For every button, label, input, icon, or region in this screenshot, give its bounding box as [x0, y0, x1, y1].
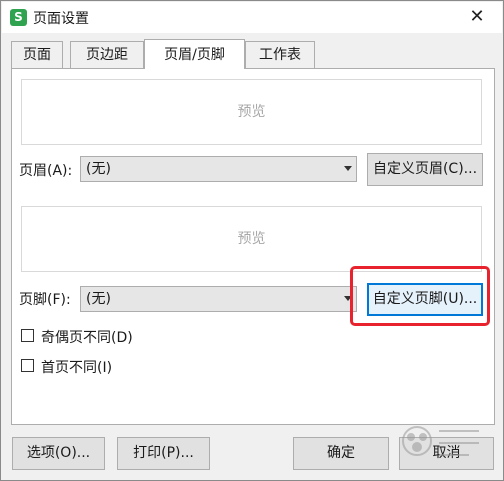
- header-label: 页眉(A):: [19, 163, 73, 179]
- options-button[interactable]: 选项(O)...: [12, 437, 105, 470]
- odd-even-label[interactable]: 奇偶页不同(D): [41, 327, 133, 347]
- footer-label: 页脚(F):: [19, 292, 71, 308]
- tab-header-footer[interactable]: 页眉/页脚: [144, 39, 245, 69]
- wps-app-icon: S: [10, 9, 27, 26]
- footer-preview: 预览: [21, 206, 482, 272]
- print-button[interactable]: 打印(P)...: [117, 437, 210, 470]
- header-preview: 预览: [21, 79, 482, 145]
- close-icon[interactable]: ✕: [466, 5, 488, 29]
- custom-footer-button[interactable]: 自定义页脚(U)...: [367, 283, 483, 316]
- tab-margins[interactable]: 页边距: [70, 41, 144, 68]
- first-page-label[interactable]: 首页不同(I): [41, 357, 112, 377]
- header-select[interactable]: (无): [80, 156, 357, 182]
- custom-header-button[interactable]: 自定义页眉(C)...: [367, 153, 483, 186]
- first-page-checkbox[interactable]: [21, 359, 34, 372]
- cancel-button[interactable]: 取消: [399, 437, 494, 470]
- ok-button[interactable]: 确定: [293, 437, 389, 470]
- tab-page[interactable]: 页面: [11, 41, 63, 68]
- dropdown-arrow-icon: [344, 296, 352, 301]
- dropdown-arrow-icon: [344, 166, 352, 171]
- dialog-title: 页面设置: [33, 11, 89, 27]
- tab-sheet[interactable]: 工作表: [245, 41, 315, 68]
- title-bar: S 页面设置 ✕: [2, 2, 502, 33]
- page-setup-dialog: S 页面设置 ✕ 页面 页边距 页眉/页脚 工作表 预览 页眉(A): (无) …: [0, 0, 504, 481]
- header-select-value: (无): [86, 161, 111, 177]
- footer-select[interactable]: (无): [80, 286, 357, 312]
- footer-select-value: (无): [86, 291, 111, 307]
- odd-even-checkbox[interactable]: [21, 329, 34, 342]
